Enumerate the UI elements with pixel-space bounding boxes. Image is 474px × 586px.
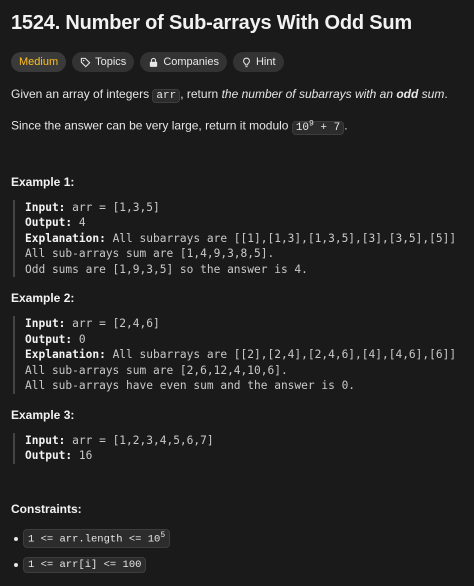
constraints-section: Constraints: 1 <= arr.length <= 105 1 <=… bbox=[11, 502, 464, 576]
inline-code-arr: arr bbox=[152, 89, 181, 103]
description-paragraph-1: Given an array of integers arr, return t… bbox=[11, 87, 448, 103]
example-2: Example 2: Input: arr = [2,4,6] Output: 0… bbox=[11, 290, 464, 394]
example-title: Example 3: bbox=[11, 407, 75, 422]
companies-button[interactable]: Companies bbox=[140, 52, 227, 72]
example-title: Example 2: bbox=[11, 291, 75, 306]
topics-button[interactable]: Topics bbox=[72, 52, 135, 72]
example-block: Input: arr = [1,3,5] Output: 4 Explanation… bbox=[13, 199, 464, 278]
example-3: Example 3: Input: arr = [1,2,3,4,5,6,7] O… bbox=[11, 407, 464, 464]
tag-icon bbox=[80, 57, 91, 67]
example-block: Input: arr = [2,4,6] Output: 0 Explanation… bbox=[13, 316, 464, 394]
example-title: Example 1: bbox=[11, 174, 75, 189]
constraint-item: 1 <= arr.length <= 105 bbox=[14, 528, 464, 550]
hint-button[interactable]: Hint bbox=[232, 52, 284, 72]
example-block: Input: arr = [1,2,3,4,5,6,7] Output: 16 bbox=[13, 432, 464, 464]
constraints-list: 1 <= arr.length <= 105 1 <= arr[i] <= 10… bbox=[11, 528, 464, 576]
tag-bar: Medium Topics Companies Hint bbox=[11, 52, 464, 72]
problem-description-panel: 1524. Number of Sub-arrays With Odd Sum … bbox=[0, 0, 474, 576]
inline-code-modulo: 109 + 7 bbox=[291, 119, 345, 135]
companies-label: Companies bbox=[163, 56, 219, 68]
description-paragraph-2: Since the answer can be very large, retu… bbox=[11, 118, 348, 135]
constraints-title: Constraints: bbox=[11, 501, 82, 516]
lock-icon bbox=[150, 57, 158, 67]
lightbulb-icon bbox=[243, 57, 250, 67]
example-1: Example 1: Input: arr = [1,3,5] Output: 4… bbox=[11, 174, 464, 278]
topics-label: Topics bbox=[95, 56, 127, 68]
difficulty-badge: Medium bbox=[11, 52, 67, 72]
constraint-item: 1 <= arr[i] <= 100 bbox=[14, 554, 464, 576]
problem-title: 1524. Number of Sub-arrays With Odd Sum bbox=[11, 12, 412, 34]
hint-label: Hint bbox=[255, 56, 276, 68]
